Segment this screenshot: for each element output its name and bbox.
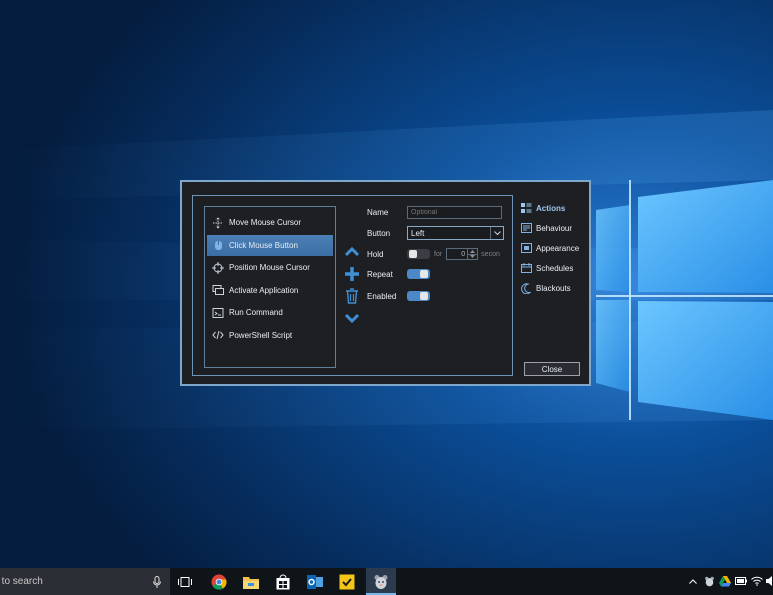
nav-label: Schedules bbox=[536, 263, 574, 273]
norton-icon[interactable] bbox=[337, 572, 357, 592]
hold-toggle[interactable] bbox=[407, 249, 430, 259]
store-icon[interactable] bbox=[273, 572, 293, 592]
enabled-toggle[interactable] bbox=[407, 291, 430, 301]
add-action-button[interactable] bbox=[343, 263, 361, 285]
nav-label: Appearance bbox=[536, 243, 580, 253]
window-icon bbox=[211, 283, 225, 297]
chevron-down-icon bbox=[344, 313, 360, 324]
hold-row: Hold for 0 secon bbox=[367, 248, 500, 260]
search-placeholder: re to search bbox=[0, 576, 43, 587]
nav-label: Behaviour bbox=[536, 223, 573, 233]
trash-icon bbox=[346, 288, 358, 304]
move-cursor-icon bbox=[211, 216, 225, 230]
hold-duration-spinner bbox=[468, 248, 479, 260]
chrome-icon[interactable] bbox=[209, 572, 229, 592]
crosshair-icon bbox=[211, 261, 225, 275]
enabled-label: Enabled bbox=[367, 291, 397, 301]
actions-icon bbox=[520, 202, 532, 214]
name-row: Name bbox=[367, 206, 502, 219]
hold-label: Hold bbox=[367, 249, 384, 259]
enabled-row: Enabled bbox=[367, 291, 430, 301]
action-item-run-command[interactable]: Run Command bbox=[207, 302, 333, 323]
button-select[interactable]: Left bbox=[407, 226, 504, 240]
action-label: PowerShell Script bbox=[229, 330, 293, 340]
code-icon bbox=[211, 328, 225, 342]
google-drive-icon[interactable] bbox=[719, 575, 731, 587]
action-label: Run Command bbox=[229, 308, 283, 317]
action-label: Move Mouse Cursor bbox=[229, 218, 302, 227]
repeat-toggle[interactable] bbox=[407, 269, 430, 279]
task-view-icon[interactable] bbox=[175, 572, 195, 592]
nav-item-schedules[interactable]: Schedules bbox=[520, 258, 579, 278]
chevron-up-icon bbox=[344, 246, 360, 257]
settings-nav: Actions Behaviour Appearance Schedules B… bbox=[520, 198, 579, 298]
search-box[interactable]: re to search bbox=[0, 568, 170, 595]
calendar-icon bbox=[520, 262, 532, 274]
delete-action-button[interactable] bbox=[343, 285, 361, 307]
action-item-move-mouse-cursor[interactable]: Move Mouse Cursor bbox=[207, 212, 333, 233]
nav-item-blackouts[interactable]: Blackouts bbox=[520, 278, 579, 298]
action-label: Activate Application bbox=[229, 285, 299, 295]
button-label: Button bbox=[367, 228, 391, 238]
toggle-knob bbox=[409, 250, 417, 258]
volume-icon[interactable] bbox=[764, 575, 773, 587]
repeat-label: Repeat bbox=[367, 269, 393, 279]
battery-icon[interactable] bbox=[735, 575, 747, 587]
microphone-icon[interactable] bbox=[152, 575, 162, 588]
name-label: Name bbox=[367, 208, 389, 217]
outlook-icon[interactable] bbox=[305, 572, 325, 592]
action-toolbar bbox=[343, 241, 361, 329]
toggle-knob bbox=[420, 270, 428, 278]
action-editor-panel: Move Mouse Cursor Click Mouse Button Pos… bbox=[192, 195, 513, 376]
appearance-icon bbox=[520, 242, 532, 254]
close-button[interactable]: Close bbox=[524, 362, 580, 376]
chevron-up-icon[interactable] bbox=[687, 575, 699, 587]
repeat-row: Repeat bbox=[367, 269, 430, 279]
action-item-position-mouse-cursor[interactable]: Position Mouse Cursor bbox=[207, 257, 333, 278]
hold-unit-label: secon bbox=[481, 250, 500, 258]
wifi-icon[interactable] bbox=[751, 575, 763, 587]
mouse-app-tray-icon[interactable] bbox=[703, 575, 715, 587]
button-row: Button Left bbox=[367, 226, 504, 240]
action-list[interactable]: Move Mouse Cursor Click Mouse Button Pos… bbox=[204, 206, 336, 368]
move-down-button[interactable] bbox=[343, 307, 361, 329]
nav-item-behaviour[interactable]: Behaviour bbox=[520, 218, 579, 238]
spin-down-button[interactable] bbox=[468, 253, 478, 260]
button-select-value: Left bbox=[411, 228, 425, 238]
mouse-app-icon[interactable] bbox=[371, 572, 391, 592]
nav-label: Blackouts bbox=[536, 283, 571, 293]
auto-clicker-dialog: Move Mouse Cursor Click Mouse Button Pos… bbox=[180, 180, 591, 386]
plus-icon bbox=[345, 267, 359, 281]
name-input[interactable] bbox=[407, 206, 502, 219]
nav-item-actions[interactable]: Actions bbox=[520, 198, 579, 218]
action-item-powershell-script[interactable]: PowerShell Script bbox=[207, 325, 333, 346]
taskbar: re to search bbox=[0, 568, 773, 595]
action-item-click-mouse-button[interactable]: Click Mouse Button bbox=[207, 234, 333, 256]
mouse-click-icon bbox=[211, 238, 225, 252]
move-up-button[interactable] bbox=[343, 241, 361, 263]
action-label: Position Mouse Cursor bbox=[229, 263, 310, 272]
moon-icon bbox=[520, 282, 532, 294]
terminal-icon bbox=[211, 306, 225, 320]
chevron-down-icon bbox=[490, 227, 503, 239]
file-explorer-icon[interactable] bbox=[241, 572, 261, 592]
hold-for-label: for bbox=[434, 250, 443, 258]
action-item-activate-application[interactable]: Activate Application bbox=[207, 280, 333, 301]
hold-duration-input[interactable]: 0 bbox=[446, 248, 469, 260]
behaviour-icon bbox=[520, 222, 532, 234]
nav-label: Actions bbox=[536, 203, 566, 213]
action-label: Click Mouse Button bbox=[229, 240, 298, 250]
toggle-knob bbox=[420, 292, 428, 300]
nav-item-appearance[interactable]: Appearance bbox=[520, 238, 579, 258]
